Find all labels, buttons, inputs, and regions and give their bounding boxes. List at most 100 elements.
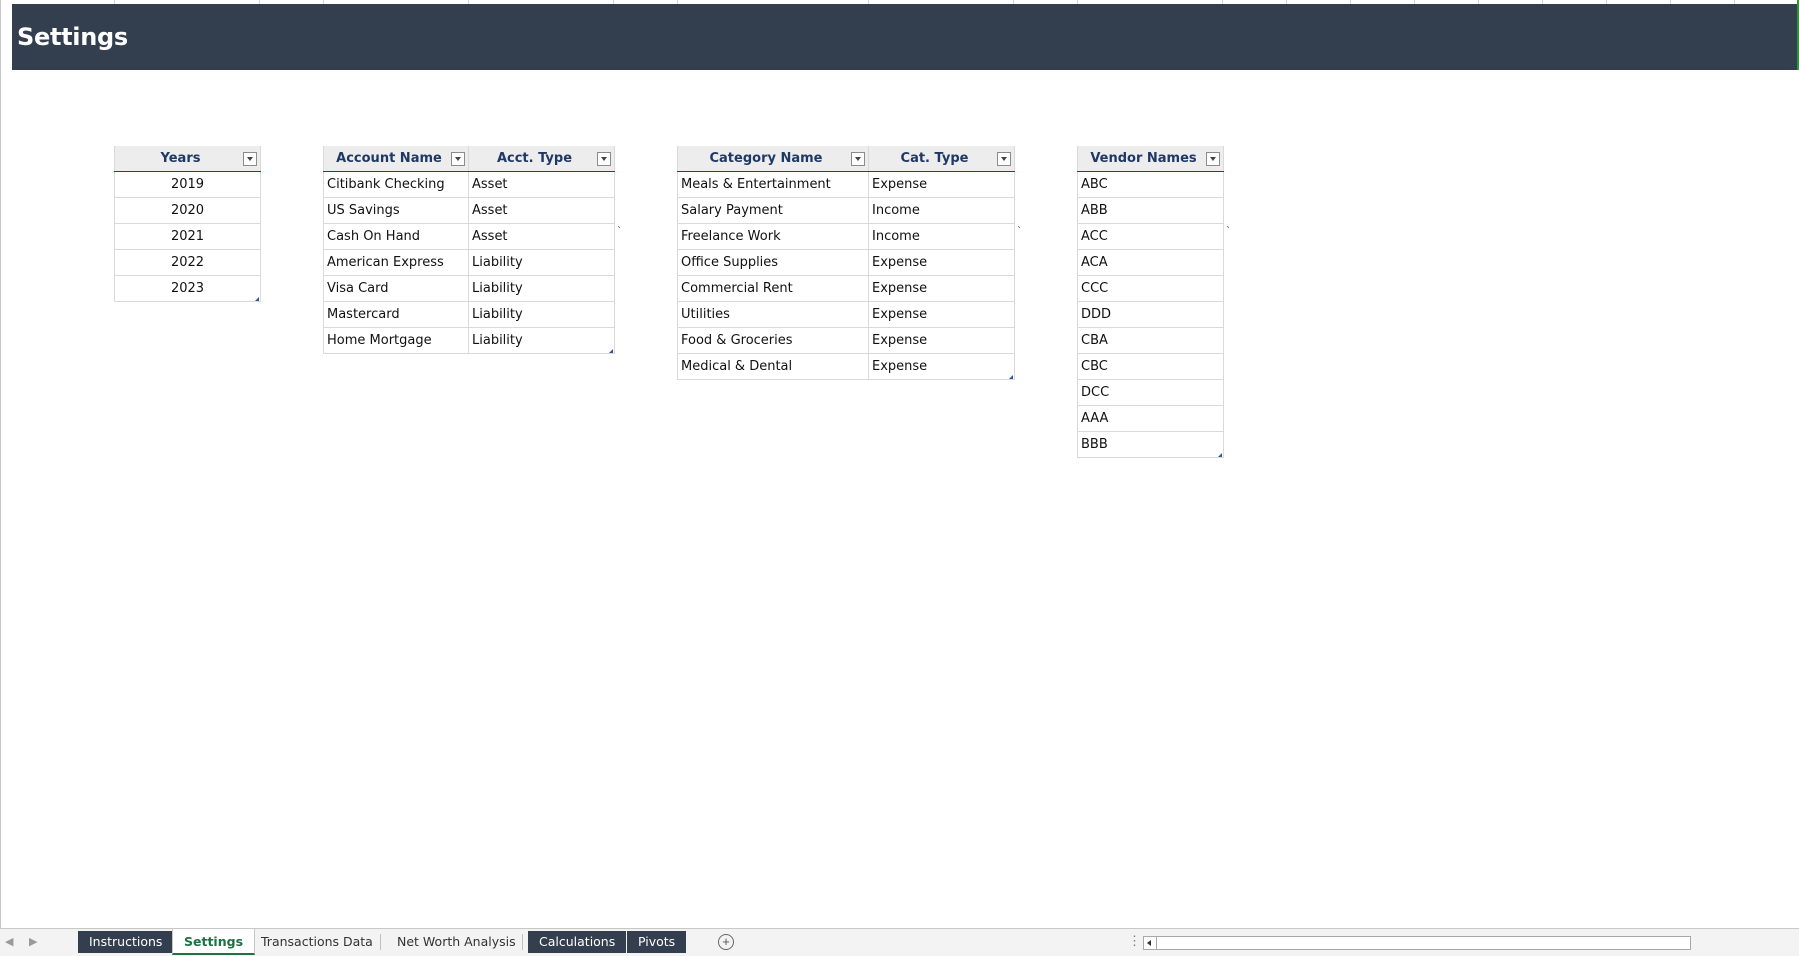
table-row[interactable]: BBB xyxy=(1077,431,1224,458)
table-row[interactable]: Cash On Hand Asset xyxy=(323,223,615,250)
table-row[interactable]: Freelance Work Income xyxy=(677,223,1015,250)
table-cell[interactable]: Medical & Dental xyxy=(677,353,869,380)
table-cell[interactable]: 2019 xyxy=(114,171,261,198)
categories-table[interactable]: Category Name Cat. Type Meals & Entertai… xyxy=(677,146,1015,380)
table-cell[interactable]: Liability xyxy=(468,249,615,276)
table-cell[interactable]: ABC xyxy=(1077,171,1224,198)
table-row[interactable]: Meals & Entertainment Expense xyxy=(677,171,1015,198)
table-cell[interactable]: ABB xyxy=(1077,197,1224,224)
table-cell[interactable]: Meals & Entertainment xyxy=(677,171,869,198)
table-row[interactable]: DCC xyxy=(1077,379,1224,406)
scroll-tabs-left-icon[interactable]: ◀ xyxy=(5,935,13,948)
table-cell[interactable]: Salary Payment xyxy=(677,197,869,224)
table-row[interactable]: CBC xyxy=(1077,353,1224,380)
header-acct-type[interactable]: Acct. Type xyxy=(468,146,615,172)
table-cell[interactable]: 2020 xyxy=(114,197,261,224)
table-cell[interactable]: Expense xyxy=(868,353,1015,380)
years-table[interactable]: Years 2019 2020 2021 2022 2023 xyxy=(114,146,261,302)
table-row[interactable]: 2021 xyxy=(114,223,261,250)
table-row[interactable]: 2019 xyxy=(114,171,261,198)
table-row[interactable]: CCC xyxy=(1077,275,1224,302)
table-cell[interactable]: 2021 xyxy=(114,223,261,250)
table-cell[interactable]: Utilities xyxy=(677,301,869,328)
header-account-name[interactable]: Account Name xyxy=(323,146,469,172)
table-resize-handle[interactable] xyxy=(609,349,613,353)
table-row[interactable]: 2020 xyxy=(114,197,261,224)
table-cell[interactable]: Mastercard xyxy=(323,301,469,328)
table-cell[interactable]: DCC xyxy=(1077,379,1224,406)
table-row[interactable]: ACA xyxy=(1077,249,1224,276)
table-cell[interactable]: 2022 xyxy=(114,249,261,276)
table-cell[interactable]: Asset xyxy=(468,171,615,198)
table-cell[interactable]: ACC xyxy=(1077,223,1224,250)
table-cell[interactable]: Cash On Hand xyxy=(323,223,469,250)
table-row[interactable]: US Savings Asset xyxy=(323,197,615,224)
table-row[interactable]: Citibank Checking Asset xyxy=(323,171,615,198)
tab-transactions-data[interactable]: Transactions Data xyxy=(250,931,384,953)
table-cell[interactable]: Asset xyxy=(468,223,615,250)
scroll-tabs-right-icon[interactable]: ▶ xyxy=(29,935,37,948)
table-resize-handle[interactable] xyxy=(1009,375,1013,379)
dropdown-filter-icon[interactable] xyxy=(997,152,1011,166)
table-row[interactable]: ABC xyxy=(1077,171,1224,198)
table-cell[interactable]: Expense xyxy=(868,275,1015,302)
table-row[interactable]: Medical & Dental Expense xyxy=(677,353,1015,380)
table-cell[interactable]: Income xyxy=(868,223,1015,250)
tab-instructions[interactable]: Instructions xyxy=(78,931,174,953)
table-cell[interactable]: Liability xyxy=(468,275,615,302)
table-cell[interactable]: Food & Groceries xyxy=(677,327,869,354)
header-years[interactable]: Years xyxy=(114,146,261,172)
table-cell[interactable]: Liability xyxy=(468,327,615,354)
table-cell[interactable]: BBB xyxy=(1077,431,1224,458)
title-banner[interactable]: Settings xyxy=(12,4,1798,70)
table-row[interactable]: ACC xyxy=(1077,223,1224,250)
scroll-left-icon[interactable] xyxy=(1147,940,1151,946)
dropdown-filter-icon[interactable] xyxy=(1206,152,1220,166)
tab-settings[interactable]: Settings xyxy=(172,929,256,955)
table-row[interactable]: Mastercard Liability xyxy=(323,301,615,328)
table-row[interactable]: 2023 xyxy=(114,275,261,302)
table-cell[interactable]: Home Mortgage xyxy=(323,327,469,354)
table-cell[interactable]: Expense xyxy=(868,301,1015,328)
table-row[interactable]: Commercial Rent Expense xyxy=(677,275,1015,302)
table-row[interactable]: DDD xyxy=(1077,301,1224,328)
table-row[interactable]: 2022 xyxy=(114,249,261,276)
table-cell[interactable]: Office Supplies xyxy=(677,249,869,276)
table-cell[interactable]: Citibank Checking xyxy=(323,171,469,198)
table-cell[interactable]: Income xyxy=(868,197,1015,224)
header-cat-type[interactable]: Cat. Type xyxy=(868,146,1015,172)
tab-pivots[interactable]: Pivots xyxy=(627,931,687,953)
tab-calculations[interactable]: Calculations xyxy=(528,931,627,953)
table-cell[interactable]: Freelance Work xyxy=(677,223,869,250)
table-cell[interactable]: AAA xyxy=(1077,405,1224,432)
table-cell[interactable]: CBA xyxy=(1077,327,1224,354)
table-cell[interactable]: Liability xyxy=(468,301,615,328)
table-row[interactable]: ABB xyxy=(1077,197,1224,224)
dropdown-filter-icon[interactable] xyxy=(597,152,611,166)
table-cell[interactable]: Expense xyxy=(868,327,1015,354)
table-cell[interactable]: Visa Card xyxy=(323,275,469,302)
table-cell[interactable]: CBC xyxy=(1077,353,1224,380)
table-row[interactable]: AAA xyxy=(1077,405,1224,432)
horizontal-scrollbar[interactable] xyxy=(1143,936,1691,950)
table-row[interactable]: Food & Groceries Expense xyxy=(677,327,1015,354)
dropdown-filter-icon[interactable] xyxy=(243,152,257,166)
table-resize-handle[interactable] xyxy=(1218,453,1222,457)
table-cell[interactable]: US Savings xyxy=(323,197,469,224)
split-handle-icon[interactable]: ⋮ xyxy=(1128,933,1141,949)
table-cell[interactable]: American Express xyxy=(323,249,469,276)
header-vendor-names[interactable]: Vendor Names xyxy=(1077,146,1224,172)
table-cell[interactable]: DDD xyxy=(1077,301,1224,328)
table-row[interactable]: American Express Liability xyxy=(323,249,615,276)
tab-net-worth-analysis[interactable]: Net Worth Analysis xyxy=(386,931,527,953)
table-cell[interactable]: Expense xyxy=(868,249,1015,276)
table-row[interactable]: Salary Payment Income xyxy=(677,197,1015,224)
table-row[interactable]: Utilities Expense xyxy=(677,301,1015,328)
table-row[interactable]: Visa Card Liability xyxy=(323,275,615,302)
table-cell[interactable]: CCC xyxy=(1077,275,1224,302)
table-cell[interactable]: 2023 xyxy=(114,275,261,302)
add-sheet-icon[interactable]: + xyxy=(718,934,734,950)
dropdown-filter-icon[interactable] xyxy=(451,152,465,166)
table-cell[interactable]: ACA xyxy=(1077,249,1224,276)
vendors-table[interactable]: Vendor Names ABC ABB ACC ACA CCC DDD CBA CBC DCC… xyxy=(1077,146,1224,458)
